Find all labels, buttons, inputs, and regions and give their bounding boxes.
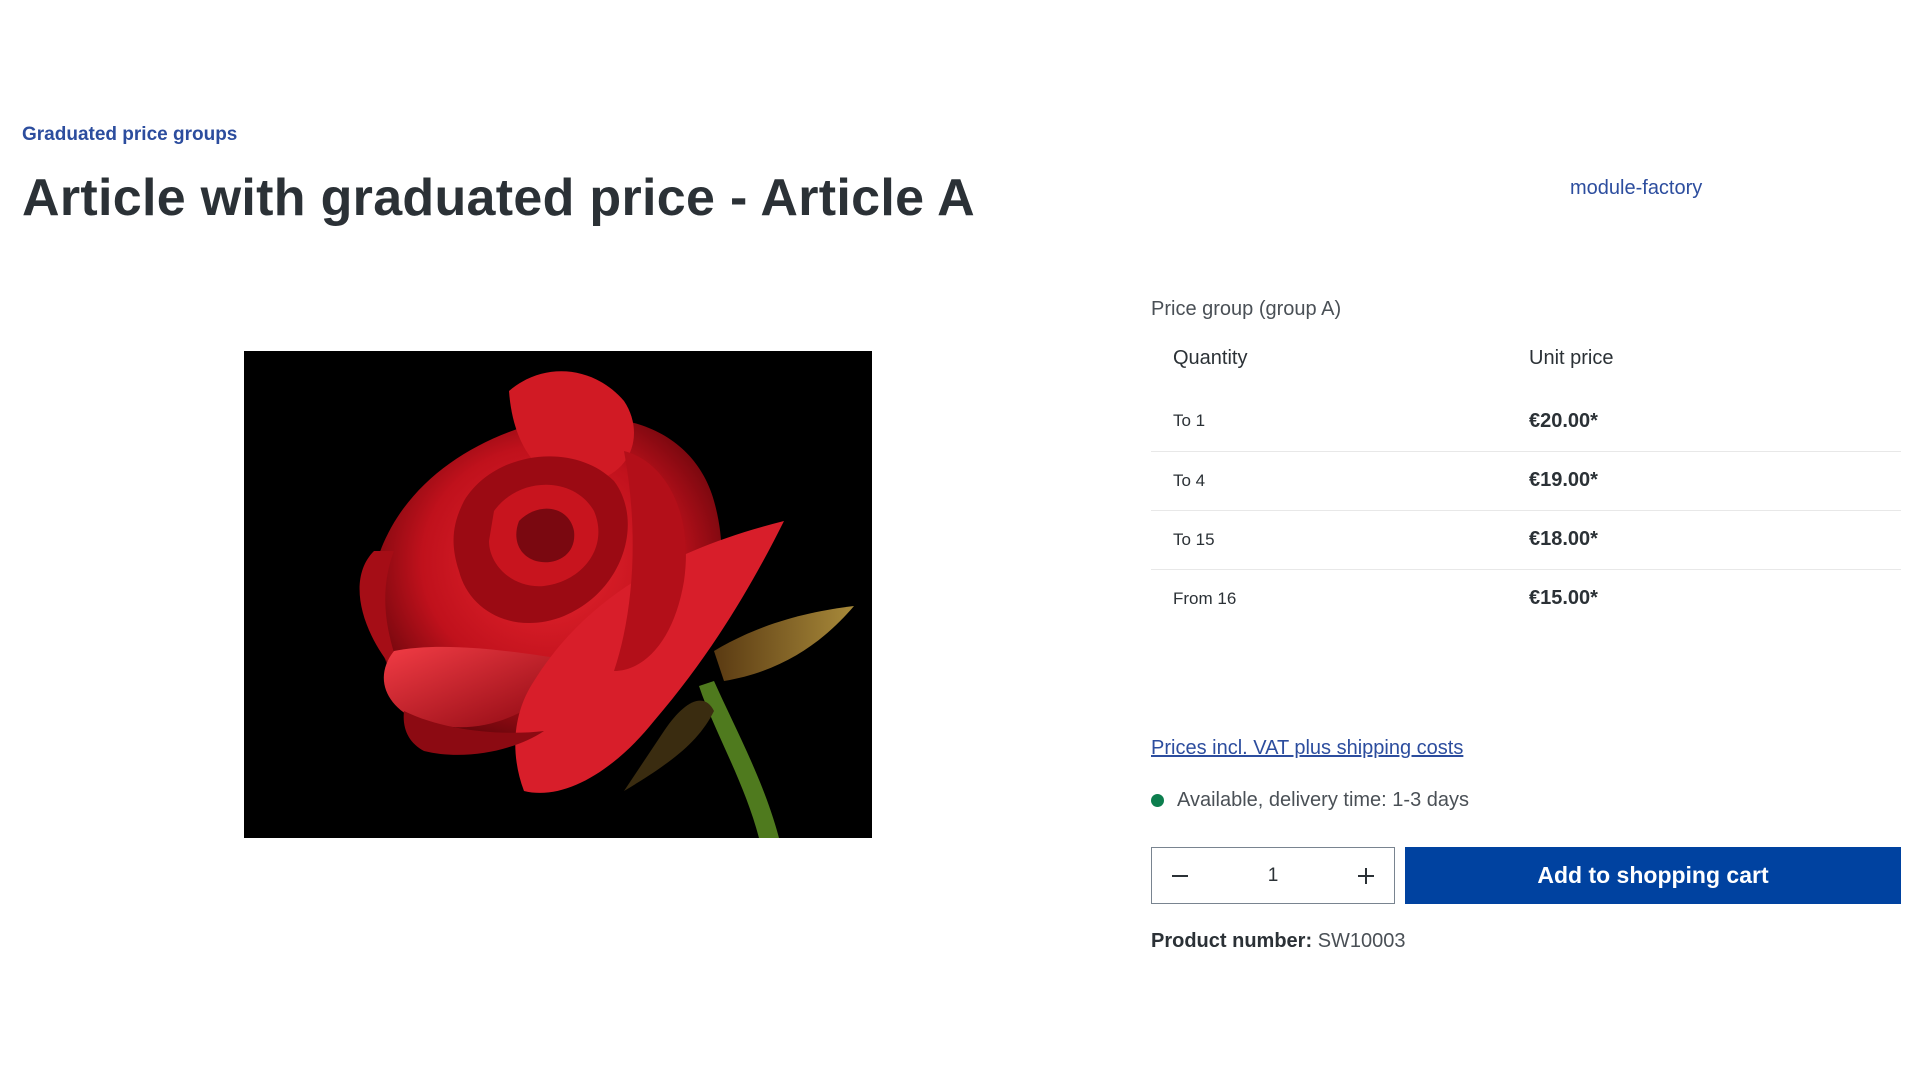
product-number: Product number: SW10003 — [1151, 930, 1406, 953]
price-row: From 16 €15.00* — [1151, 569, 1901, 628]
price-row-price: €15.00* — [1529, 587, 1598, 610]
price-row: To 1 €20.00* — [1151, 392, 1901, 452]
minus-icon — [1172, 874, 1188, 877]
quantity-stepper — [1151, 847, 1395, 904]
price-row-quantity: To 4 — [1151, 451, 1525, 511]
price-group-label: Price group (group A) — [1151, 298, 1342, 320]
plus-icon — [1358, 867, 1374, 884]
buy-box: Price group (group A) Quantity Unit pric… — [1151, 298, 1901, 628]
manufacturer-link[interactable]: module-factory — [1570, 177, 1702, 200]
availability-dot-icon — [1151, 794, 1164, 807]
product-number-label: Product number: — [1151, 930, 1313, 952]
rose-image-icon — [244, 351, 872, 838]
price-row: To 4 €19.00* — [1151, 451, 1901, 511]
price-table-header: Quantity Unit price — [1151, 347, 1901, 392]
price-row: To 15 €18.00* — [1151, 510, 1901, 570]
graduated-price-table: Quantity Unit price To 1 €20.00* To 4 €1… — [1151, 347, 1901, 628]
price-row-price: €18.00* — [1525, 510, 1901, 570]
price-row-quantity: To 15 — [1151, 510, 1525, 570]
increase-quantity-button[interactable] — [1338, 848, 1394, 903]
price-row-price: €19.00* — [1525, 451, 1901, 511]
delivery-info: Available, delivery time: 1-3 days — [1151, 789, 1469, 812]
add-to-cart-button[interactable]: Add to shopping cart — [1405, 847, 1901, 904]
category-link[interactable]: Graduated price groups — [22, 124, 237, 146]
product-image[interactable] — [244, 351, 872, 838]
product-detail-page: Graduated price groups Article with grad… — [0, 0, 1920, 1080]
quantity-input[interactable] — [1218, 864, 1328, 887]
product-number-value: SW10003 — [1317, 930, 1406, 952]
product-title: Article with graduated price - Article A — [22, 169, 976, 227]
vat-shipping-link[interactable]: Prices incl. VAT plus shipping costs — [1151, 737, 1463, 760]
price-row-quantity: To 1 — [1151, 392, 1525, 452]
unit-price-header: Unit price — [1529, 347, 1614, 369]
quantity-header: Quantity — [1173, 347, 1248, 369]
price-row-quantity: From 16 — [1173, 588, 1237, 608]
price-row-price: €20.00* — [1525, 392, 1901, 452]
delivery-text: Available, delivery time: 1-3 days — [1177, 789, 1469, 811]
decrease-quantity-button[interactable] — [1152, 848, 1208, 903]
